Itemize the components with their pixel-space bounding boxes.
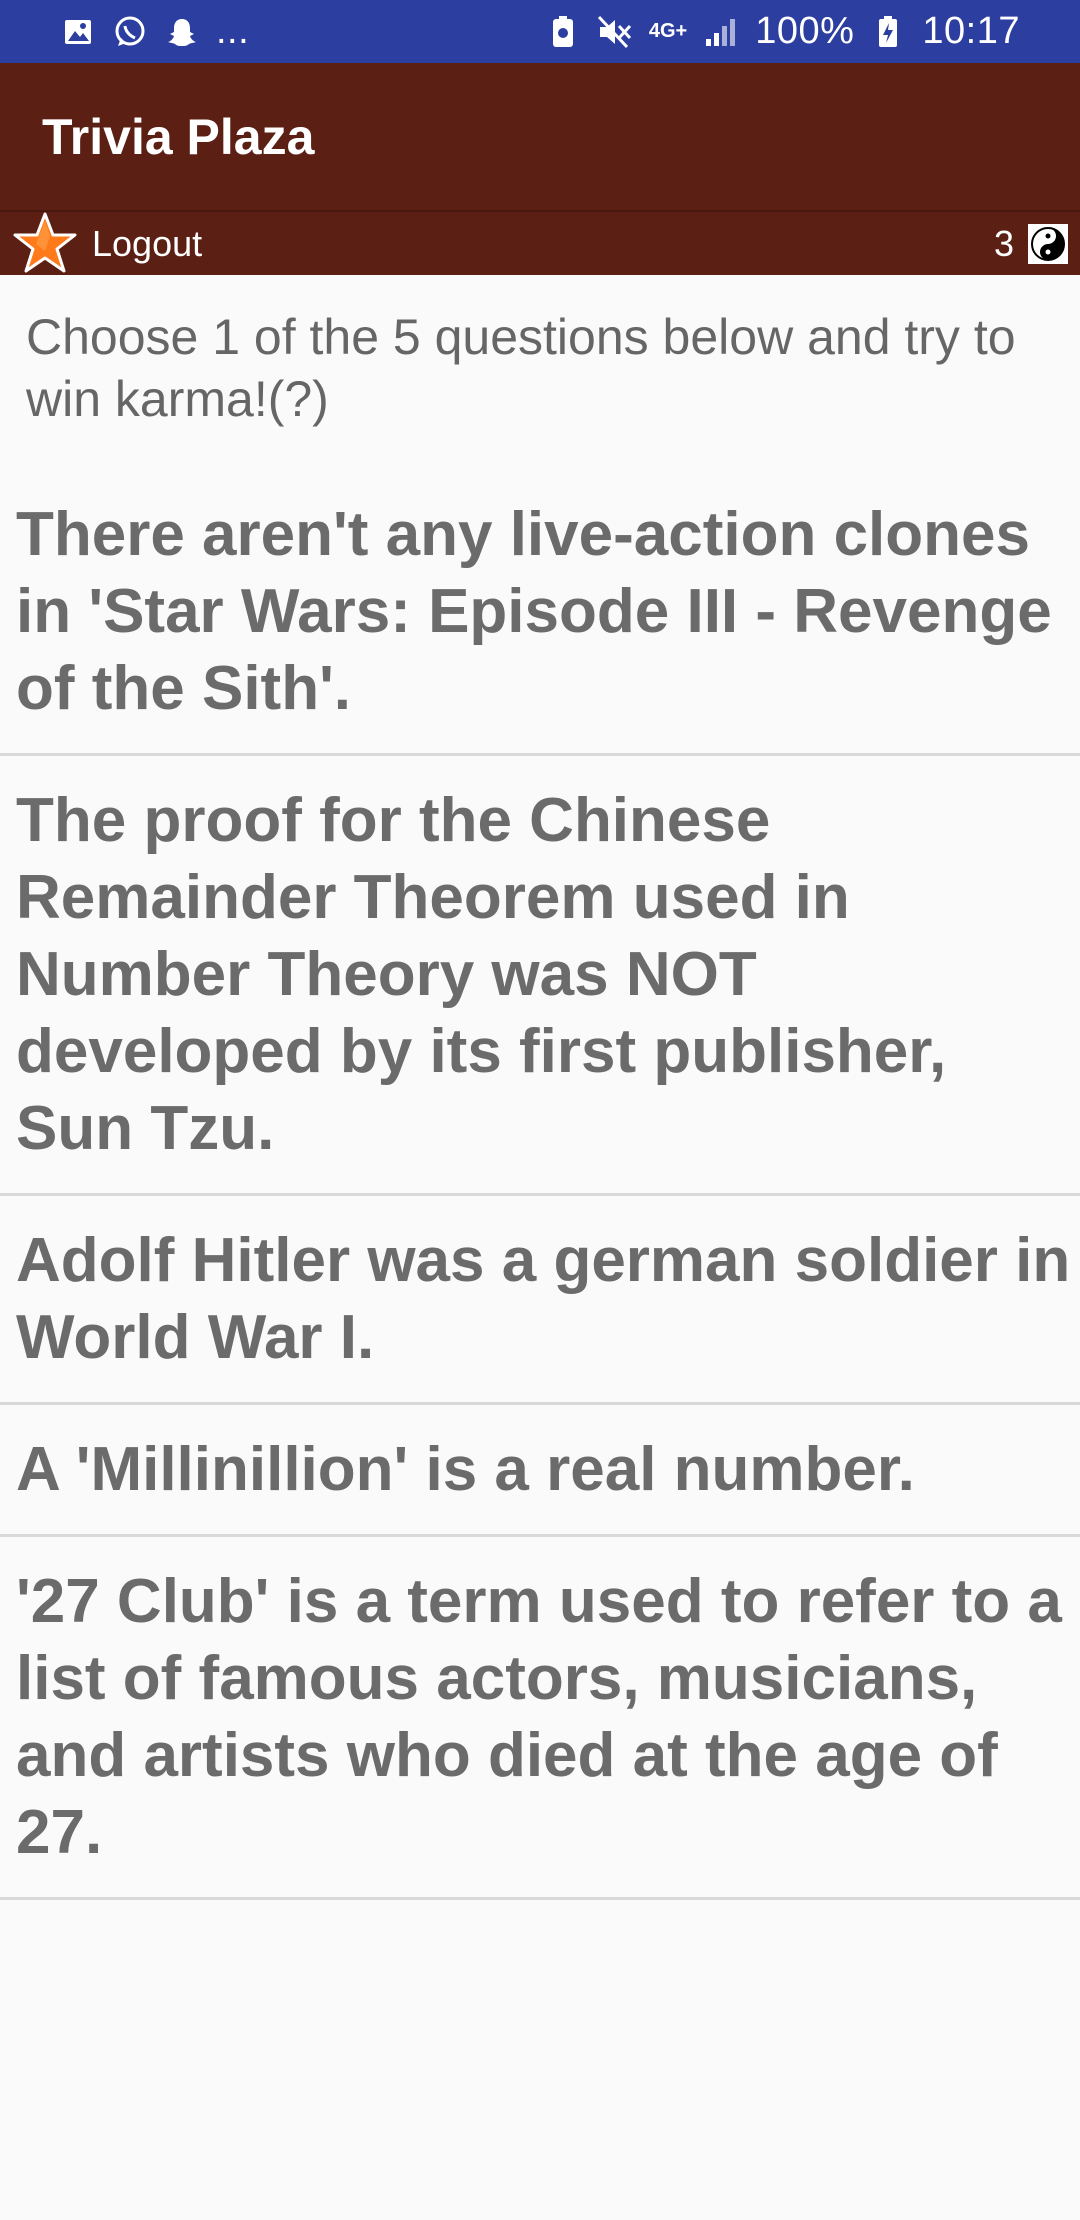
question-list: There aren't any live-action clones in '…: [0, 470, 1080, 1900]
battery-percent: 100%: [755, 10, 855, 52]
status-bar: ... 4G+ 100% 10:17: [0, 0, 1080, 63]
status-right: 4G+ 100% 10:17: [545, 10, 1020, 53]
battery-saver-icon: [545, 14, 581, 50]
whatsapp-icon: [112, 14, 148, 50]
karma-area: 3: [994, 223, 1068, 265]
user-bar-left: Logout: [0, 211, 202, 277]
gallery-icon: [60, 14, 96, 50]
question-item[interactable]: A 'Millinillion' is a real number.: [0, 1405, 1080, 1537]
yin-yang-icon[interactable]: [1028, 223, 1068, 264]
signal-icon: [703, 14, 739, 50]
question-item[interactable]: '27 Club' is a term used to refer to a l…: [0, 1537, 1080, 1900]
question-item[interactable]: Adolf Hitler was a german soldier in Wor…: [0, 1196, 1080, 1405]
clock: 10:17: [922, 10, 1020, 52]
status-left: ...: [60, 10, 249, 53]
mute-icon: [597, 14, 633, 50]
intro-text: Choose 1 of the 5 questions below and tr…: [26, 309, 1016, 427]
star-icon[interactable]: [12, 211, 78, 277]
karma-count: 3: [993, 222, 1014, 264]
battery-charging-icon: [870, 14, 906, 50]
status-more: ...: [216, 10, 250, 52]
question-item[interactable]: The proof for the Chinese Remainder Theo…: [0, 756, 1080, 1196]
app-title: Trivia Plaza: [42, 108, 315, 165]
question-item[interactable]: There aren't any live-action clones in '…: [0, 470, 1080, 756]
user-bar: Logout 3: [0, 210, 1080, 275]
logout-link[interactable]: Logout: [92, 223, 202, 265]
network-type: 4G+: [648, 20, 688, 42]
app-bar: Trivia Plaza: [0, 63, 1080, 210]
snapchat-icon: [164, 14, 200, 50]
